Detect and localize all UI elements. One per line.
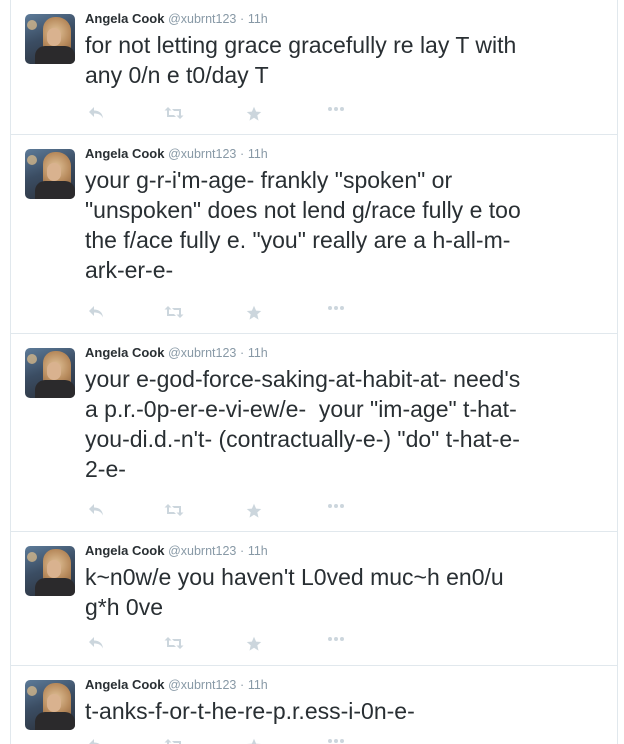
reply-icon[interactable]	[85, 106, 107, 124]
reply-icon[interactable]	[85, 738, 107, 744]
tweet-timestamp[interactable]: 11h	[248, 147, 268, 161]
reply-icon[interactable]	[85, 305, 107, 323]
tweet-header: Angela Cook @xubrnt123 · 11h	[85, 677, 268, 693]
retweet-icon[interactable]	[163, 738, 185, 744]
retweet-icon[interactable]	[163, 106, 185, 124]
favorite-icon[interactable]	[243, 503, 265, 521]
user-fullname[interactable]: Angela Cook	[85, 11, 164, 26]
avatar[interactable]	[25, 149, 75, 199]
timeline-right-border	[617, 0, 618, 744]
tweet-item[interactable]: Angela Cook @xubrnt123 · 11h t-anks-f-or…	[11, 666, 617, 744]
user-handle[interactable]: @xubrnt123	[168, 678, 236, 692]
avatar[interactable]	[25, 348, 75, 398]
user-handle[interactable]: @xubrnt123	[168, 346, 236, 360]
favorite-icon[interactable]	[243, 106, 265, 124]
favorite-icon[interactable]	[243, 636, 265, 654]
tweet-timestamp[interactable]: 11h	[248, 346, 268, 360]
tweet-timestamp[interactable]: 11h	[248, 12, 268, 26]
tweet-text: k~n0w/e you haven't L0ved muc~h en0/u g*…	[85, 564, 504, 620]
tweet-text: for not letting grace gracefully re lay …	[85, 32, 517, 88]
meta-separator: ·	[240, 12, 245, 26]
tweet-actions	[85, 106, 365, 124]
reply-icon[interactable]	[85, 503, 107, 521]
tweet-actions	[85, 738, 365, 744]
more-icon[interactable]	[325, 738, 347, 744]
tweet-item[interactable]: Angela Cook @xubrnt123 · 11h your g-r-i'…	[11, 135, 617, 334]
meta-separator: ·	[240, 147, 245, 161]
more-icon[interactable]	[325, 503, 347, 521]
user-fullname[interactable]: Angela Cook	[85, 146, 164, 161]
more-icon[interactable]	[325, 636, 347, 654]
tweet-header: Angela Cook @xubrnt123 · 11h	[85, 345, 268, 361]
tweet-timeline: Angela Cook @xubrnt123 · 11h for not let…	[0, 0, 624, 744]
tweet-header: Angela Cook @xubrnt123 · 11h	[85, 543, 268, 559]
retweet-icon[interactable]	[163, 636, 185, 654]
user-fullname[interactable]: Angela Cook	[85, 345, 164, 360]
tweet-item[interactable]: Angela Cook @xubrnt123 · 11h your e-god-…	[11, 334, 617, 532]
tweet-item[interactable]: Angela Cook @xubrnt123 · 11h k~n0w/e you…	[11, 532, 617, 666]
tweet-actions	[85, 503, 365, 521]
tweet-item[interactable]: Angela Cook @xubrnt123 · 11h for not let…	[11, 0, 617, 135]
user-handle[interactable]: @xubrnt123	[168, 544, 236, 558]
user-fullname[interactable]: Angela Cook	[85, 543, 164, 558]
tweet-text: your g-r-i'm-age- frankly "spoken" or "u…	[85, 167, 521, 283]
user-fullname[interactable]: Angela Cook	[85, 677, 164, 692]
tweet-actions	[85, 305, 365, 323]
user-handle[interactable]: @xubrnt123	[168, 12, 236, 26]
meta-separator: ·	[240, 346, 245, 360]
meta-separator: ·	[240, 678, 245, 692]
avatar[interactable]	[25, 680, 75, 730]
tweet-header: Angela Cook @xubrnt123 · 11h	[85, 11, 268, 27]
retweet-icon[interactable]	[163, 503, 185, 521]
avatar[interactable]	[25, 546, 75, 596]
more-icon[interactable]	[325, 106, 347, 124]
meta-separator: ·	[240, 544, 245, 558]
tweet-text: your e-god-force-saking-at-habit-at- nee…	[85, 366, 521, 482]
favorite-icon[interactable]	[243, 305, 265, 323]
retweet-icon[interactable]	[163, 305, 185, 323]
user-handle[interactable]: @xubrnt123	[168, 147, 236, 161]
tweet-header: Angela Cook @xubrnt123 · 11h	[85, 146, 268, 162]
tweet-timestamp[interactable]: 11h	[248, 678, 268, 692]
favorite-icon[interactable]	[243, 738, 265, 744]
tweet-actions	[85, 636, 365, 654]
more-icon[interactable]	[325, 305, 347, 323]
reply-icon[interactable]	[85, 636, 107, 654]
tweet-text: t-anks-f-or-t-he-re-p.r.ess-i-0n-e-	[85, 698, 415, 724]
tweet-timestamp[interactable]: 11h	[248, 544, 268, 558]
avatar[interactable]	[25, 14, 75, 64]
